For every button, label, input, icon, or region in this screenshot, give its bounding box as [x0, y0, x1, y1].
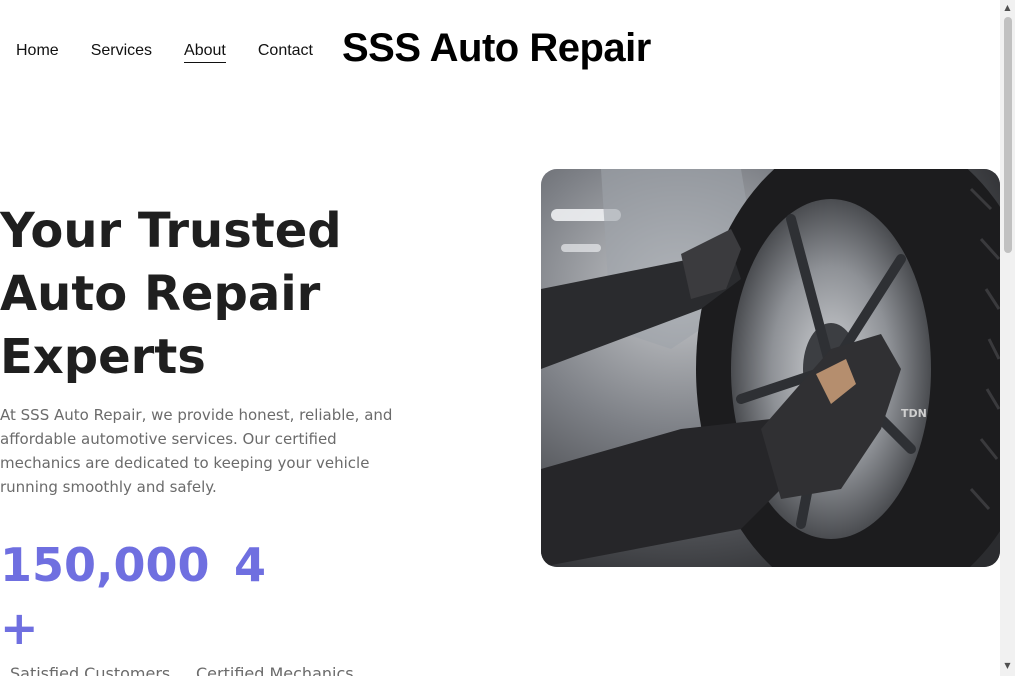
main-content: Home Services About Contact SSS Auto Rep…: [0, 0, 1000, 676]
main-nav: Home Services About Contact: [16, 40, 313, 63]
stat-mechanics-label: Certified Mechanics: [196, 664, 354, 676]
nav-contact[interactable]: Contact: [258, 40, 313, 63]
stat-customers: 150,000 + Satisfied Customers: [0, 534, 210, 676]
scroll-thumb[interactable]: [1004, 17, 1012, 253]
hero-title: Your Trusted Auto Repair Experts: [0, 203, 342, 385]
hero-image: TDN: [541, 169, 1000, 567]
stat-customers-value: 150,000 +: [0, 538, 210, 655]
scroll-down-icon[interactable]: ▼: [1003, 661, 1012, 671]
mechanic-tire-photo-icon: TDN: [541, 169, 1000, 567]
hero-description: At SSS Auto Repair, we provide honest, r…: [0, 406, 393, 496]
stat-customers-label: Satisfied Customers: [10, 664, 171, 676]
page: Home Services About Contact SSS Auto Rep…: [0, 0, 1015, 676]
svg-text:TDN: TDN: [901, 407, 927, 420]
nav-home[interactable]: Home: [16, 40, 59, 63]
site-title: SSS Auto Repair: [342, 26, 651, 70]
stat-mechanics: 4 Certified Mechanics: [196, 534, 396, 676]
scroll-up-icon[interactable]: ▲: [1003, 3, 1012, 13]
page-scrollbar[interactable]: ▲ ▼: [1000, 0, 1015, 676]
stat-mechanics-value: 4: [234, 538, 267, 592]
nav-about[interactable]: About: [184, 40, 226, 63]
nav-services[interactable]: Services: [91, 40, 152, 63]
